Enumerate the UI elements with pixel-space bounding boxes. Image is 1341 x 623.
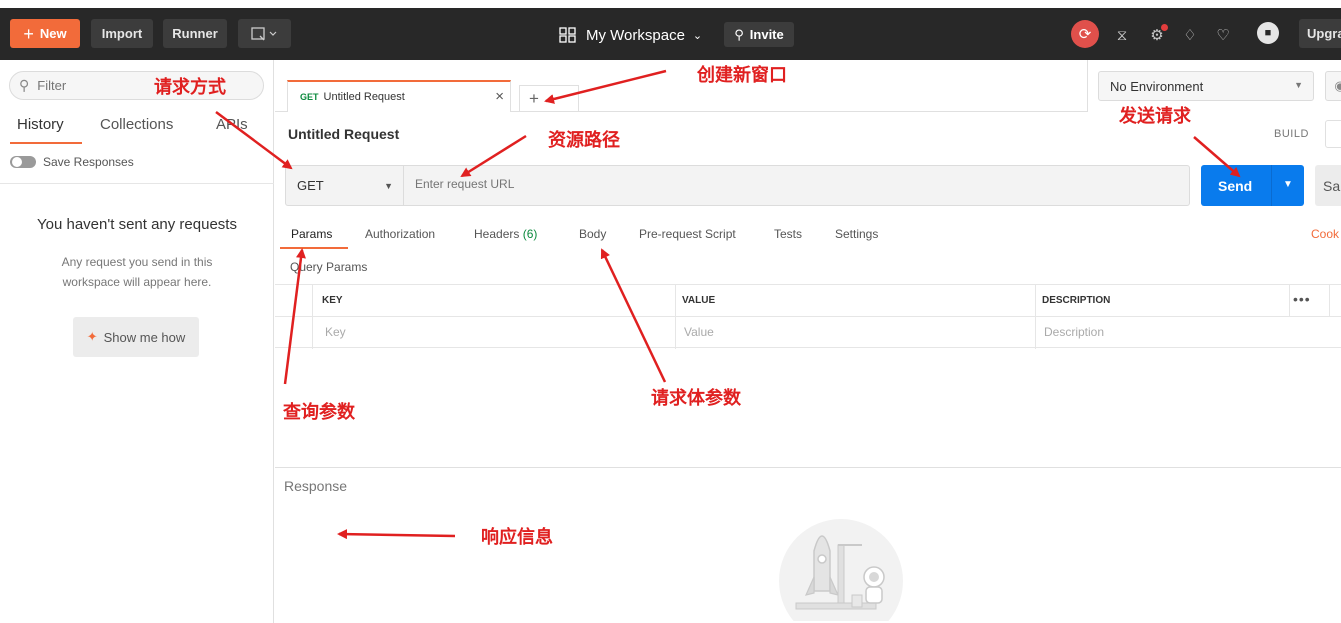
workspace-label: My Workspace bbox=[586, 26, 685, 44]
tab-prerequest-script[interactable]: Pre-request Script bbox=[639, 227, 736, 241]
avatar[interactable]: ■ bbox=[1257, 22, 1279, 44]
upgrade-button[interactable]: Upgra bbox=[1299, 19, 1341, 48]
grid-icon bbox=[559, 27, 576, 43]
user-plus-icon: ⚲ bbox=[734, 26, 744, 42]
sync-icon[interactable]: ⟳ bbox=[1071, 20, 1099, 48]
url-input[interactable] bbox=[415, 177, 1115, 191]
tab-body[interactable]: Body bbox=[579, 227, 606, 241]
query-params-title: Query Params bbox=[290, 260, 368, 274]
environment-select[interactable]: No Environment ▼ bbox=[1098, 71, 1314, 101]
save-responses-toggle[interactable] bbox=[10, 156, 36, 168]
annotation-send-request: 发送请求 bbox=[1119, 106, 1191, 127]
send-button[interactable]: Send ▼ bbox=[1201, 165, 1304, 206]
table-row: Key Value Description bbox=[275, 316, 1341, 349]
annotation-resource-path: 资源路径 bbox=[548, 130, 620, 151]
request-name[interactable]: Untitled Request bbox=[288, 126, 399, 142]
edit-icon[interactable] bbox=[1325, 120, 1341, 148]
request-tab-title: Untitled Request bbox=[323, 91, 405, 103]
import-button[interactable]: Import bbox=[91, 19, 153, 48]
active-tab-indicator bbox=[280, 247, 348, 249]
chevron-down-icon: ▼ bbox=[384, 181, 393, 191]
save-responses-label: Save Responses bbox=[43, 155, 134, 169]
chevron-down-icon: ⌄ bbox=[692, 29, 703, 42]
rocket-illustration-icon bbox=[779, 519, 903, 621]
satellite-icon[interactable]: ⧖ bbox=[1112, 25, 1132, 45]
annotation-query-params: 查询参数 bbox=[283, 402, 355, 423]
workspace-selector[interactable]: My Workspace ⌄ bbox=[559, 23, 702, 47]
new-tab-button[interactable]: + bbox=[519, 85, 579, 111]
active-tab-indicator bbox=[10, 142, 82, 144]
response-divider[interactable] bbox=[275, 467, 1341, 468]
plus-icon: + bbox=[23, 23, 34, 44]
bell-icon[interactable]: ♢ bbox=[1180, 25, 1200, 45]
main-panel: GET Untitled Request × + No Environment … bbox=[275, 60, 1341, 623]
new-window-icon bbox=[250, 26, 276, 40]
annotation-method: 请求方式 bbox=[154, 77, 226, 98]
top-strip bbox=[0, 0, 1341, 8]
tab-history[interactable]: History bbox=[17, 116, 64, 133]
tab-headers[interactable]: Headers (6) bbox=[474, 227, 537, 241]
request-tab[interactable]: GET Untitled Request × bbox=[287, 80, 511, 112]
tab-authorization[interactable]: Authorization bbox=[365, 227, 435, 241]
eye-icon[interactable]: ◉ bbox=[1325, 71, 1341, 101]
cookies-link[interactable]: Cook bbox=[1311, 227, 1339, 241]
notification-dot bbox=[1161, 24, 1168, 31]
description-input[interactable]: Description bbox=[1044, 325, 1104, 339]
tab-collections[interactable]: Collections bbox=[100, 116, 173, 133]
tab-tests[interactable]: Tests bbox=[774, 227, 802, 241]
pointer-icon: ✦ bbox=[86, 329, 98, 344]
column-key: KEY bbox=[322, 295, 343, 306]
invite-button[interactable]: ⚲ Invite bbox=[724, 22, 794, 47]
column-description: DESCRIPTION bbox=[1042, 295, 1111, 306]
chevron-down-icon: ▼ bbox=[1294, 80, 1303, 90]
table-header-row: KEY VALUE DESCRIPTION ••• bbox=[275, 284, 1341, 317]
more-icon[interactable]: ••• bbox=[1293, 291, 1311, 307]
method-select[interactable]: GET ▼ bbox=[286, 166, 404, 205]
column-value: VALUE bbox=[682, 295, 716, 306]
runner-button[interactable]: Runner bbox=[163, 19, 227, 48]
tab-apis[interactable]: APIs bbox=[216, 116, 248, 133]
key-input[interactable]: Key bbox=[325, 325, 346, 339]
annotation-body-params: 请求体参数 bbox=[651, 388, 741, 409]
response-label: Response bbox=[284, 478, 348, 494]
close-icon[interactable]: × bbox=[495, 88, 504, 105]
new-button[interactable]: + New bbox=[10, 19, 80, 48]
chevron-down-icon[interactable]: ▼ bbox=[1283, 179, 1293, 190]
tab-params[interactable]: Params bbox=[291, 227, 332, 241]
annotation-new-window: 创建新窗口 bbox=[697, 65, 787, 86]
query-params-table: KEY VALUE DESCRIPTION ••• Key Value Desc… bbox=[275, 284, 1341, 349]
show-me-how-button[interactable]: ✦ Show me how bbox=[73, 317, 199, 357]
app-header: + New Import Runner My Workspace ⌄ ⚲ Inv… bbox=[0, 8, 1341, 60]
sidebar-divider bbox=[0, 183, 274, 184]
heart-icon[interactable]: ♡ bbox=[1213, 25, 1233, 45]
open-new-button[interactable] bbox=[238, 19, 291, 48]
annotation-response-info: 响应信息 bbox=[481, 527, 553, 548]
request-tab-method: GET bbox=[300, 92, 319, 102]
tab-settings[interactable]: Settings bbox=[835, 227, 878, 241]
sidebar: ⚲ History Collections APIs Save Response… bbox=[0, 60, 274, 623]
value-input[interactable]: Value bbox=[684, 325, 714, 339]
search-icon: ⚲ bbox=[19, 77, 30, 93]
plus-icon: + bbox=[529, 88, 539, 108]
env-separator bbox=[1087, 60, 1088, 112]
save-button[interactable]: Sa bbox=[1315, 165, 1341, 206]
empty-state-title: You haven't sent any requests bbox=[37, 216, 237, 233]
build-label: BUILD bbox=[1274, 128, 1309, 140]
headers-count: (6) bbox=[522, 227, 538, 241]
url-bar: GET ▼ bbox=[285, 165, 1190, 206]
empty-state-description: Any request you send in this workspace w… bbox=[61, 255, 213, 289]
